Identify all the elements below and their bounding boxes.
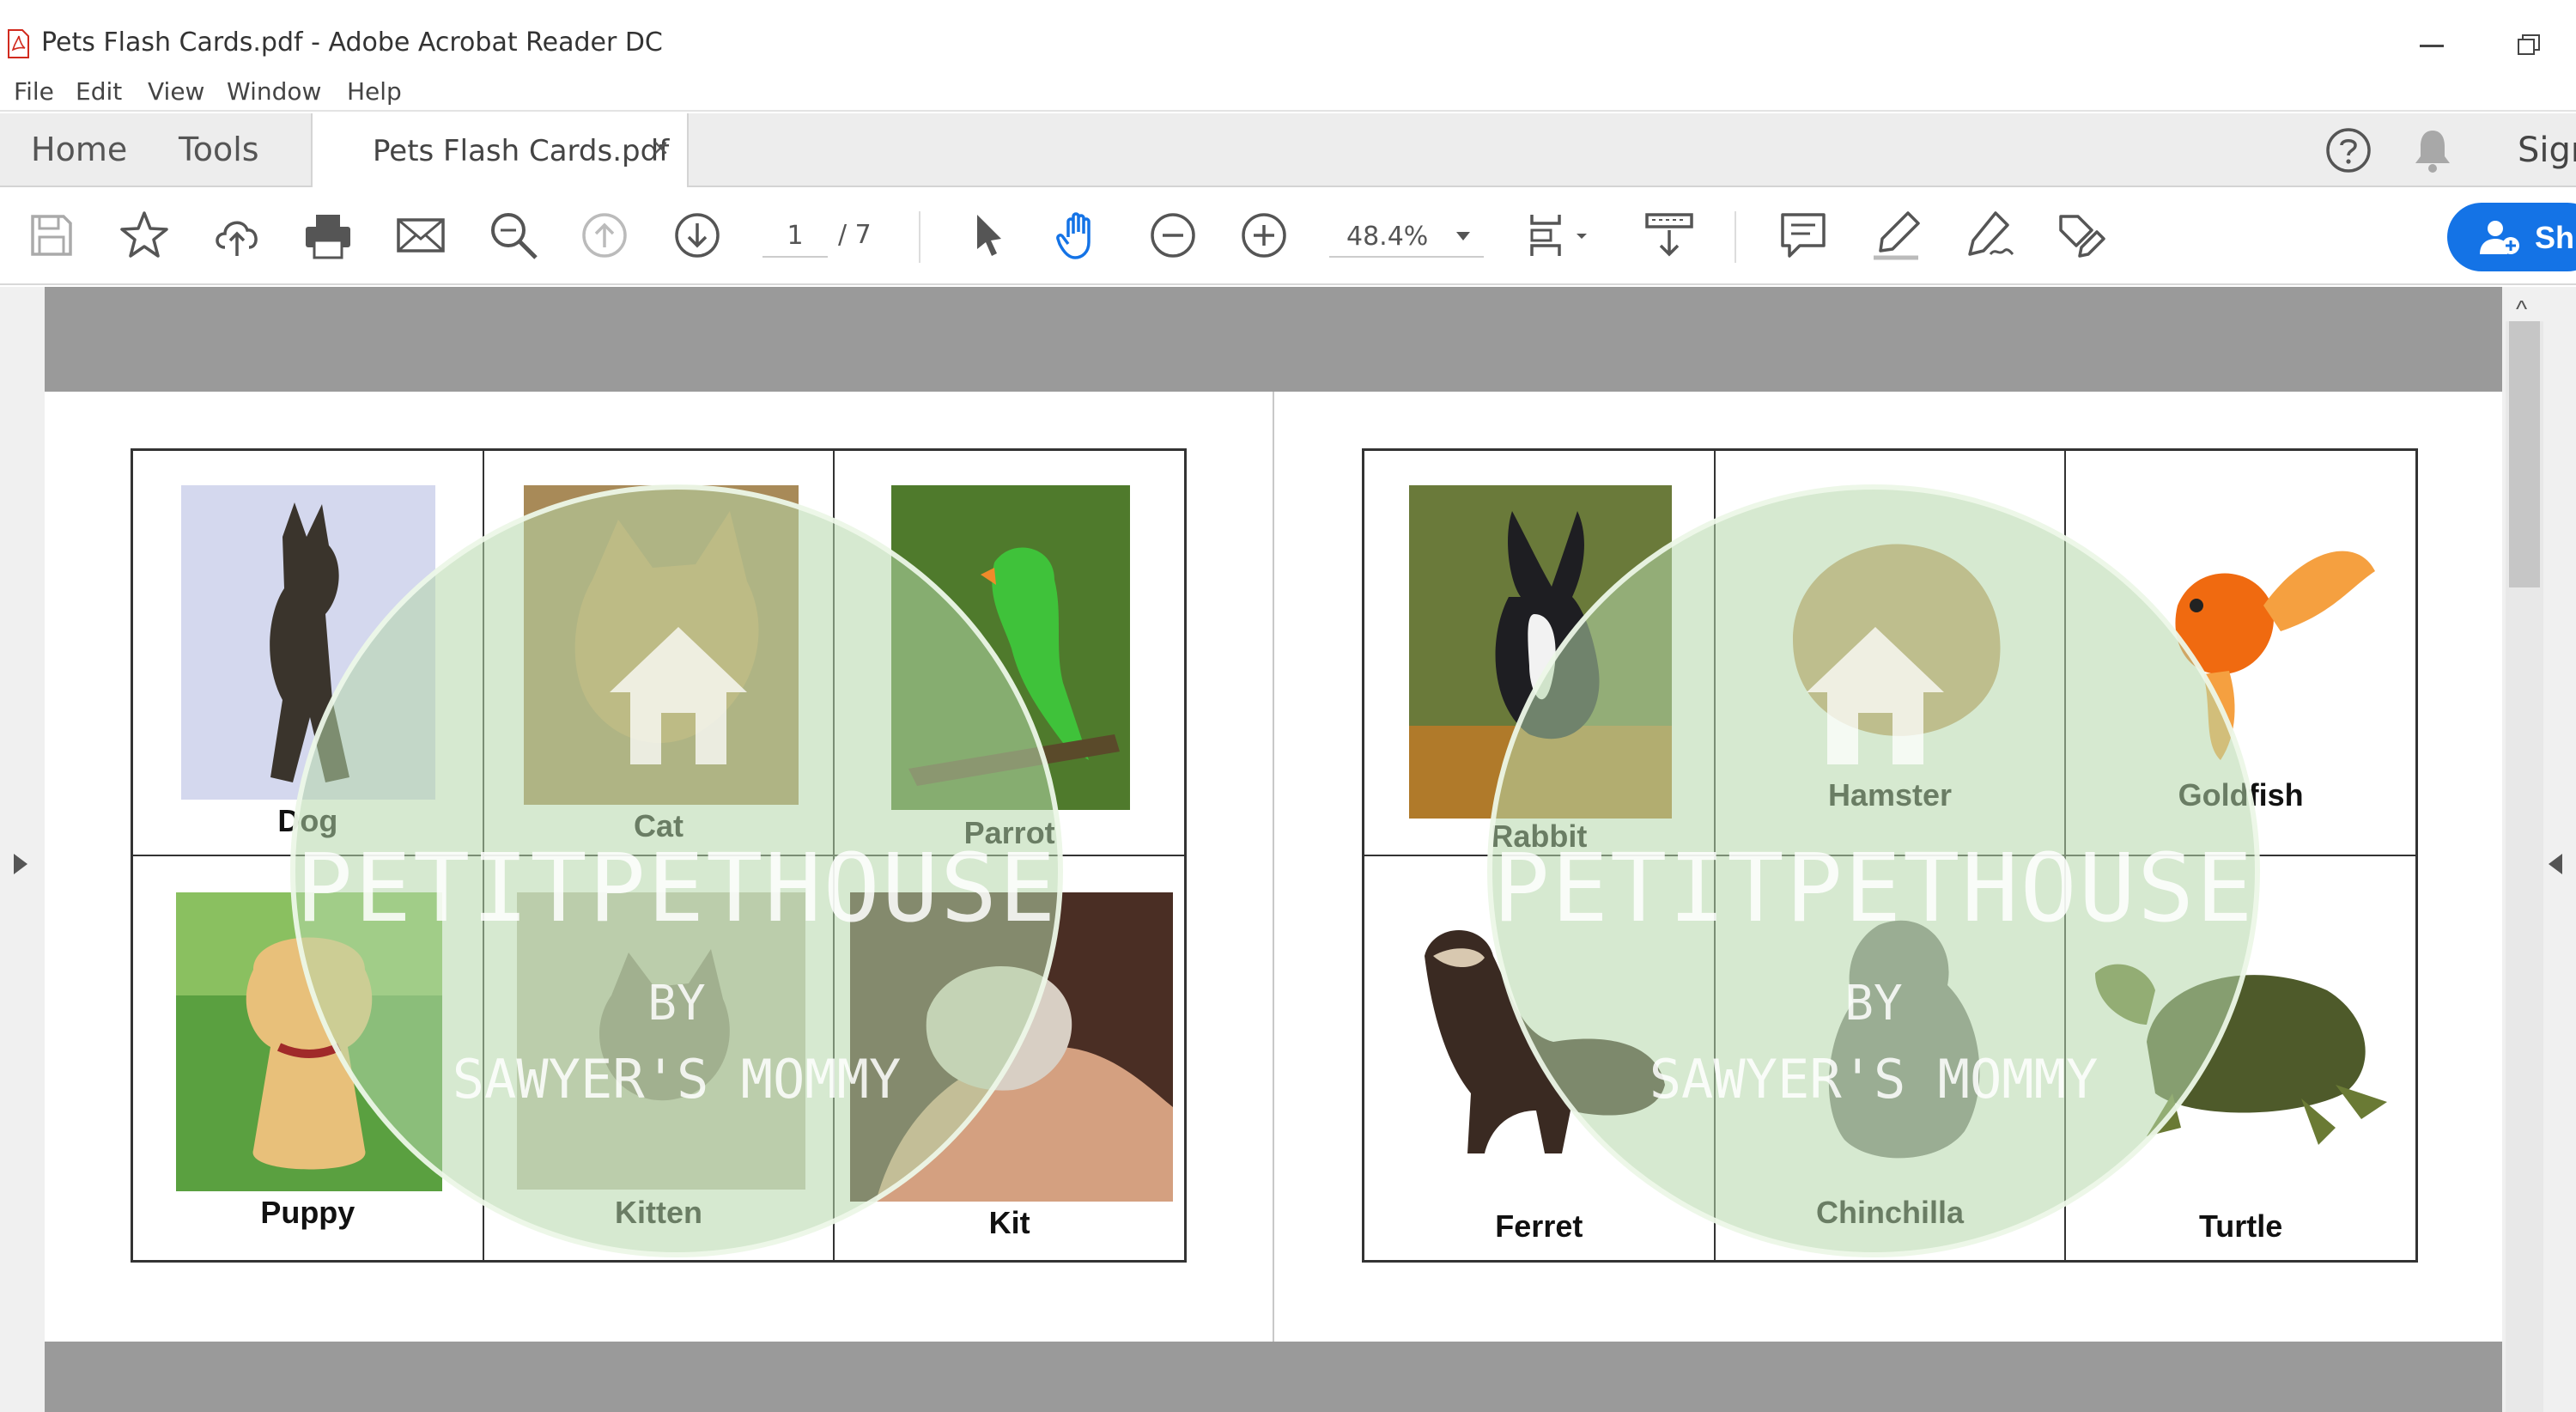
left-panel-toggle[interactable] xyxy=(0,287,45,1412)
cloud-upload-icon[interactable] xyxy=(210,208,264,263)
minimize-button[interactable] xyxy=(2420,45,2444,47)
page-total-label: / 7 xyxy=(838,220,872,250)
card-label: Kit xyxy=(988,1205,1030,1240)
sign-icon[interactable] xyxy=(1961,208,2016,263)
pdf-app-icon xyxy=(8,29,29,58)
edit-stamp-icon[interactable] xyxy=(2054,208,2109,263)
close-tab-icon[interactable]: × xyxy=(653,132,669,164)
toolbar-separator xyxy=(919,211,920,263)
card-label: Turtle xyxy=(2198,1208,2283,1244)
pdf-page-spread: Dog Cat Parrot Puppy Kitten Kit PETITPET… xyxy=(45,392,2502,1342)
flash-card-kit: Kit xyxy=(834,855,1185,1261)
page-divider xyxy=(1273,392,1274,1342)
turtle-image xyxy=(2078,896,2414,1171)
restore-button[interactable] xyxy=(2518,34,2540,55)
page-gap xyxy=(45,287,2502,392)
hand-icon[interactable] xyxy=(1053,208,1108,263)
find-icon[interactable] xyxy=(486,208,541,263)
fit-page-icon[interactable] xyxy=(1525,208,1597,263)
card-label: Ferret xyxy=(1495,1208,1583,1244)
tab-document-label: Pets Flash Cards.pdf xyxy=(373,134,670,168)
puppy-image xyxy=(176,892,442,1191)
cat-image xyxy=(523,485,799,805)
scroll-mode-icon[interactable] xyxy=(1642,208,1697,263)
help-icon[interactable] xyxy=(2325,127,2372,173)
flash-card-grid-right: Rabbit Hamster Goldfish Ferret Chinchill… xyxy=(1362,448,2418,1263)
vertical-scrollbar[interactable]: ^ xyxy=(2502,287,2576,1412)
page-gap xyxy=(45,1342,2502,1412)
tab-tools[interactable]: Tools xyxy=(179,131,259,168)
card-label: Puppy xyxy=(260,1195,355,1230)
chinchilla-image xyxy=(1749,891,2033,1174)
zoom-in-icon[interactable] xyxy=(1236,208,1291,263)
card-label: Goldfish xyxy=(2178,777,2304,813)
share-button[interactable]: Sh xyxy=(2447,203,2576,271)
star-icon[interactable] xyxy=(117,208,172,263)
flash-card-goldfish: Goldfish xyxy=(2065,450,2416,855)
comment-icon[interactable] xyxy=(1776,208,1831,263)
flash-card-ferret: Ferret xyxy=(1364,855,1715,1261)
hamster-image xyxy=(1758,485,2025,769)
menu-window[interactable]: Window xyxy=(227,77,321,106)
print-icon[interactable] xyxy=(301,208,355,263)
page-down-icon[interactable] xyxy=(670,208,725,263)
flash-card-puppy: Puppy xyxy=(132,855,483,1261)
scroll-up-icon[interactable]: ^ xyxy=(2516,295,2527,323)
save-icon[interactable] xyxy=(24,208,79,263)
mail-icon[interactable] xyxy=(393,208,448,263)
menu-edit[interactable]: Edit xyxy=(76,77,122,106)
menu-file[interactable]: File xyxy=(14,77,54,106)
flash-card-turtle: Turtle xyxy=(2065,855,2416,1261)
menu-view[interactable]: View xyxy=(148,77,204,106)
zoom-dropdown[interactable]: 48.4% xyxy=(1329,215,1484,258)
share-label: Sh xyxy=(2535,220,2575,255)
expand-left-panel-icon xyxy=(14,854,27,874)
page-up-icon[interactable] xyxy=(577,208,632,263)
page-number-input[interactable] xyxy=(762,215,828,258)
expand-right-panel-icon[interactable] xyxy=(2549,854,2562,874)
card-label: Chinchilla xyxy=(1815,1195,1964,1230)
flash-card-kitten: Kitten xyxy=(483,855,835,1261)
ferret-image xyxy=(1399,896,1682,1162)
select-arrow-icon[interactable] xyxy=(960,208,1015,263)
card-label: Hamster xyxy=(1827,777,1953,813)
highlight-icon[interactable] xyxy=(1868,208,1923,263)
menu-bar: File Edit View Window Help xyxy=(0,69,2576,112)
card-label: Kitten xyxy=(614,1195,702,1230)
menu-help[interactable]: Help xyxy=(347,77,402,106)
document-area: Dog Cat Parrot Puppy Kitten Kit PETITPET… xyxy=(0,287,2576,1412)
add-person-icon xyxy=(2480,221,2519,254)
goldfish-image xyxy=(2100,485,2385,769)
flash-card-dog: Dog xyxy=(132,450,483,855)
zoom-out-icon[interactable] xyxy=(1145,208,1200,263)
rabbit-image xyxy=(1409,485,1672,819)
zoom-value: 48.4% xyxy=(1346,222,1429,252)
card-label: Dog xyxy=(277,803,338,838)
flash-card-chinchilla: Chinchilla xyxy=(1714,855,2066,1261)
tab-document[interactable]: Pets Flash Cards.pdf × xyxy=(311,113,689,187)
card-label: Rabbit xyxy=(1491,819,1588,854)
window-title: Pets Flash Cards.pdf - Adobe Acrobat Rea… xyxy=(41,27,663,58)
dog-image xyxy=(181,485,435,800)
kitten-image xyxy=(516,892,805,1190)
card-label: Parrot xyxy=(963,815,1055,850)
flash-card-parrot: Parrot xyxy=(834,450,1185,855)
kit-image xyxy=(850,892,1174,1202)
parrot-image xyxy=(891,485,1131,810)
tab-home[interactable]: Home xyxy=(31,131,127,168)
card-label: Cat xyxy=(633,808,683,843)
tab-bar: Home Tools Pets Flash Cards.pdf × xyxy=(0,113,2576,187)
flash-card-rabbit: Rabbit xyxy=(1364,450,1715,855)
notification-bell-icon[interactable] xyxy=(2411,127,2454,173)
sign-in-link[interactable]: Sign xyxy=(2518,131,2576,170)
toolbar-separator xyxy=(1735,211,1736,263)
toolbar: / 7 48.4% xyxy=(0,189,2576,285)
chevron-down-icon xyxy=(1456,232,1470,240)
flash-card-grid-left: Dog Cat Parrot Puppy Kitten Kit xyxy=(131,448,1187,1263)
flash-card-cat: Cat xyxy=(483,450,835,855)
flash-card-hamster: Hamster xyxy=(1714,450,2066,855)
title-bar: Pets Flash Cards.pdf - Adobe Acrobat Rea… xyxy=(0,0,2576,69)
scroll-thumb[interactable] xyxy=(2509,321,2540,587)
